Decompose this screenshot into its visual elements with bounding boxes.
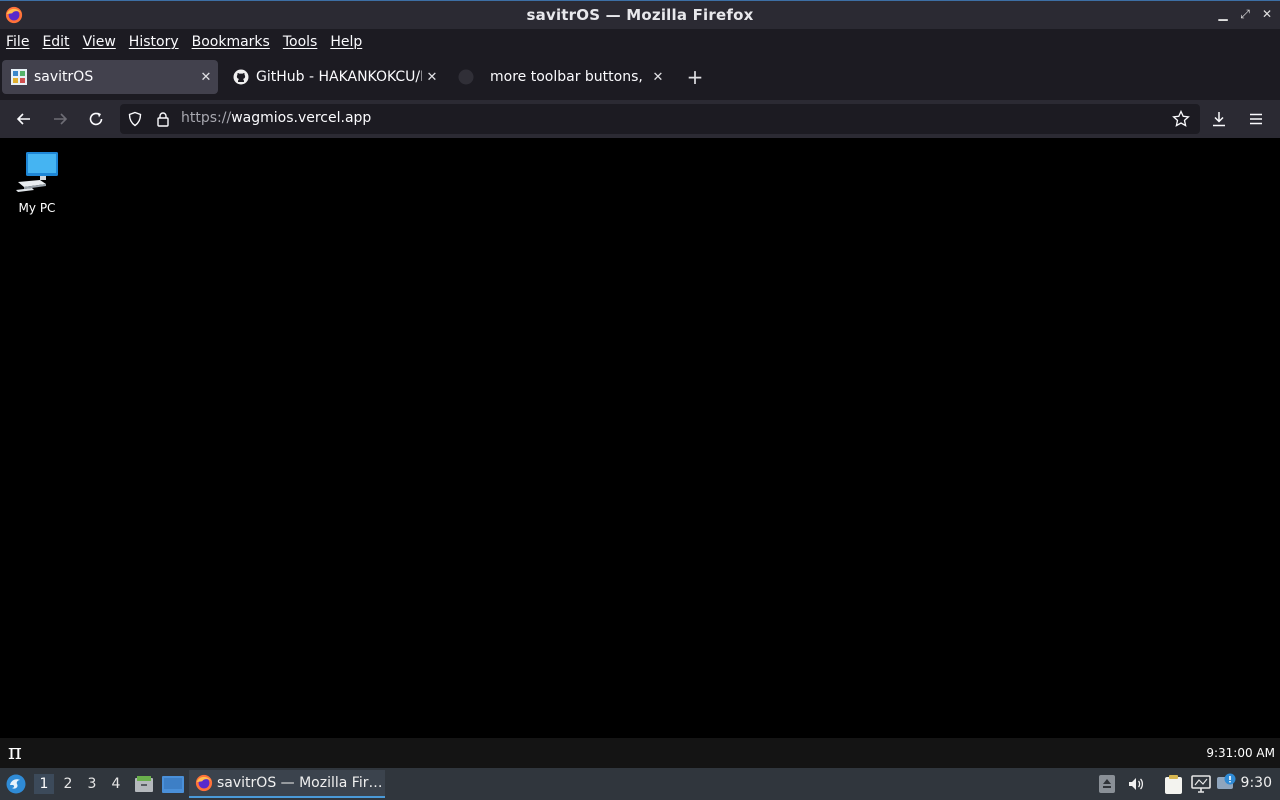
bookmark-star-button[interactable]: [1169, 107, 1193, 131]
distro-start-menu-icon[interactable]: [6, 774, 26, 794]
forward-button[interactable]: [48, 107, 72, 131]
clipboard-icon[interactable]: [1164, 775, 1183, 794]
github-icon: [458, 69, 474, 85]
desktop-icon-label: My PC: [18, 201, 56, 215]
desktop-icon-my-pc[interactable]: My PC: [10, 150, 64, 215]
url-text[interactable]: https://wagmios.vercel.app: [181, 110, 371, 126]
taskbar-window-firefox[interactable]: savitrOS — Mozilla Fir…: [189, 770, 385, 798]
tab-label: more toolbar buttons, ed: [490, 69, 648, 85]
notifications-icon[interactable]: [1217, 773, 1237, 793]
webos-taskbar: π 9:31:00 AM: [0, 738, 1280, 768]
shield-icon[interactable]: [127, 111, 143, 127]
menu-help[interactable]: Help: [330, 34, 362, 50]
firefox-icon: [5, 6, 23, 24]
restore-button[interactable]: ⤢: [1238, 5, 1252, 23]
app-menu-button[interactable]: [1244, 107, 1268, 131]
menu-history[interactable]: History: [129, 34, 179, 50]
star-icon: [1172, 110, 1190, 127]
new-tab-button[interactable]: +: [684, 64, 706, 90]
menu-edit[interactable]: Edit: [42, 34, 69, 50]
file-manager-icon[interactable]: [134, 775, 154, 793]
system-panel: 1 2 3 4 savitrOS — Mozilla Fir… 9:30: [0, 768, 1280, 800]
close-tab-icon[interactable]: ✕: [422, 70, 442, 85]
computer-icon: [16, 152, 58, 192]
pi-start-button[interactable]: π: [8, 740, 22, 764]
reload-icon: [89, 112, 103, 126]
hamburger-menu-icon: [1250, 113, 1262, 125]
eject-icon[interactable]: [1099, 775, 1115, 793]
firefox-icon: [195, 774, 213, 792]
close-tab-icon[interactable]: ✕: [648, 70, 668, 85]
tab-savitros[interactable]: savitrOS ✕: [2, 60, 218, 94]
back-button[interactable]: [12, 107, 36, 131]
download-icon: [1213, 112, 1225, 127]
workspace-1[interactable]: 1: [34, 774, 54, 794]
url-bar[interactable]: https://wagmios.vercel.app: [120, 104, 1200, 134]
webos-clock: 9:31:00 AM: [1206, 746, 1275, 760]
menu-bookmarks[interactable]: Bookmarks: [192, 34, 270, 50]
show-desktop-icon[interactable]: [162, 776, 184, 793]
menu-tools[interactable]: Tools: [283, 34, 318, 50]
forward-arrow-icon: [54, 113, 68, 125]
close-window-button[interactable]: ✕: [1260, 5, 1274, 23]
menu-file[interactable]: File: [6, 34, 29, 50]
back-arrow-icon: [16, 113, 30, 125]
tab-github[interactable]: GitHub - HAKANKOKCU/B ✕: [224, 60, 442, 94]
reload-button[interactable]: [84, 107, 108, 131]
panel-clock[interactable]: 9:30: [1241, 775, 1272, 791]
network-icon[interactable]: [1191, 775, 1211, 793]
taskbar-window-label: savitrOS — Mozilla Fir…: [217, 775, 383, 791]
volume-icon[interactable]: [1127, 775, 1145, 793]
lock-icon[interactable]: [155, 111, 171, 127]
minimize-button[interactable]: ▁: [1216, 5, 1230, 23]
savitros-favicon: [11, 69, 27, 85]
workspace-3[interactable]: 3: [82, 774, 102, 794]
menu-bar: File Edit View History Bookmarks Tools H…: [0, 29, 1280, 54]
tab-toolbar-buttons[interactable]: more toolbar buttons, ed ✕: [448, 60, 668, 94]
window-titlebar: savitrOS — Mozilla Firefox ▁ ⤢ ✕: [0, 0, 1280, 29]
downloads-button[interactable]: [1207, 107, 1231, 131]
close-tab-icon[interactable]: ✕: [196, 70, 216, 85]
window-title: savitrOS — Mozilla Firefox: [526, 6, 754, 24]
tab-label: GitHub - HAKANKOKCU/B: [256, 69, 422, 85]
github-icon: [233, 69, 249, 85]
tab-label: savitrOS: [34, 69, 94, 85]
workspace-4[interactable]: 4: [106, 774, 126, 794]
workspace-2[interactable]: 2: [58, 774, 78, 794]
menu-view[interactable]: View: [83, 34, 116, 50]
tab-bar: savitrOS ✕ GitHub - HAKANKOKCU/B ✕ more …: [0, 54, 1280, 100]
navigation-bar: https://wagmios.vercel.app: [0, 100, 1280, 138]
page-content: My PC: [0, 138, 1280, 738]
